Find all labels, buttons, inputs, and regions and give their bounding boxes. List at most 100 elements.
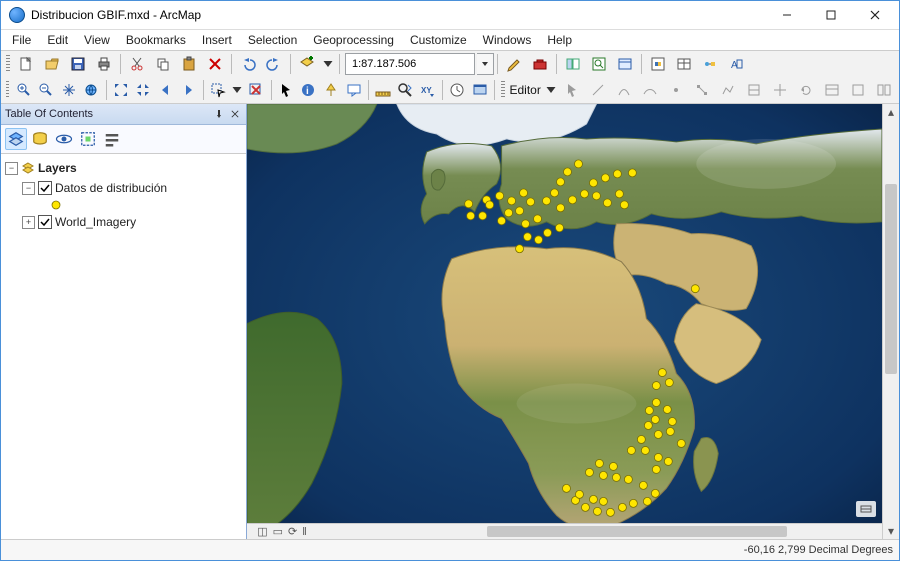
- toc-layer-imagery[interactable]: + World_Imagery: [5, 212, 242, 232]
- editor-toolbar-icon[interactable]: [502, 52, 526, 76]
- time-slider-icon[interactable]: [447, 78, 468, 102]
- cut-icon[interactable]: [125, 52, 149, 76]
- zoom-out-icon[interactable]: [36, 78, 57, 102]
- toc-title: Table Of Contents: [5, 108, 93, 120]
- scroll-thumb[interactable]: [487, 526, 787, 537]
- measure-icon[interactable]: [373, 78, 394, 102]
- identify-icon[interactable]: i: [298, 78, 319, 102]
- toolbar-grip[interactable]: [501, 81, 504, 99]
- delete-icon[interactable]: [203, 52, 227, 76]
- copy-icon[interactable]: [151, 52, 175, 76]
- edit-split-icon: [768, 78, 792, 102]
- fixed-zoom-in-icon[interactable]: [110, 78, 131, 102]
- menu-selection[interactable]: Selection: [241, 31, 304, 49]
- html-popup-icon[interactable]: [343, 78, 364, 102]
- python-icon[interactable]: [646, 52, 670, 76]
- vertical-scrollbar[interactable]: ▴ ▾: [882, 104, 899, 539]
- scroll-down-icon[interactable]: ▾: [883, 523, 899, 539]
- list-by-drawing-order-icon[interactable]: [5, 128, 27, 150]
- editor-dropdown-icon[interactable]: [544, 78, 558, 102]
- fixed-zoom-out-icon[interactable]: [133, 78, 154, 102]
- pointer-icon[interactable]: [276, 78, 297, 102]
- menu-view[interactable]: View: [77, 31, 117, 49]
- map-canvas[interactable]: [247, 104, 882, 533]
- menu-file[interactable]: File: [5, 31, 38, 49]
- catalog-icon[interactable]: [561, 52, 585, 76]
- layout-view-icon[interactable]: ▭: [273, 525, 283, 538]
- new-icon[interactable]: [14, 52, 38, 76]
- label-manager-icon[interactable]: A: [724, 52, 748, 76]
- map-viewport[interactable]: ◫ ▭ ⟳ ‖: [247, 104, 882, 539]
- scroll-up-icon[interactable]: ▴: [883, 104, 899, 120]
- expand-icon[interactable]: +: [22, 216, 35, 229]
- app-icon: [9, 7, 25, 23]
- list-by-visibility-icon[interactable]: [53, 128, 75, 150]
- toc-tree[interactable]: − Layers − Datos de distribución +: [1, 154, 246, 539]
- back-extent-icon[interactable]: [156, 78, 177, 102]
- full-extent-icon[interactable]: [81, 78, 102, 102]
- select-features-icon[interactable]: [208, 78, 229, 102]
- hyperlink-icon[interactable]: [321, 78, 342, 102]
- scroll-thumb[interactable]: [885, 184, 897, 374]
- close-button[interactable]: [853, 1, 897, 29]
- clear-selection-icon[interactable]: [246, 78, 267, 102]
- collapse-icon[interactable]: −: [22, 182, 35, 195]
- toc-options-icon[interactable]: [101, 128, 123, 150]
- scale-dropdown-icon[interactable]: [477, 53, 494, 75]
- add-data-icon[interactable]: [295, 52, 319, 76]
- maximize-button[interactable]: [809, 1, 853, 29]
- save-icon[interactable]: [66, 52, 90, 76]
- add-data-dropdown-icon[interactable]: [321, 52, 335, 76]
- list-by-selection-icon[interactable]: [77, 128, 99, 150]
- svg-text:XY: XY: [421, 86, 432, 95]
- undo-icon[interactable]: [236, 52, 260, 76]
- find-icon[interactable]: [395, 78, 416, 102]
- paste-icon[interactable]: [177, 52, 201, 76]
- forward-extent-icon[interactable]: [178, 78, 199, 102]
- minimize-button[interactable]: [765, 1, 809, 29]
- toolbar-grip[interactable]: [6, 55, 10, 73]
- redo-icon[interactable]: [262, 52, 286, 76]
- toc-layer-distribution[interactable]: − Datos de distribución: [5, 178, 242, 198]
- scale-input[interactable]: [345, 53, 475, 75]
- search-window-icon[interactable]: [587, 52, 611, 76]
- layers-group-icon: [21, 161, 35, 175]
- pause-drawing-icon[interactable]: ‖: [302, 526, 307, 538]
- open-icon[interactable]: [40, 52, 64, 76]
- toolbar-grip[interactable]: [6, 81, 9, 99]
- menu-bookmarks[interactable]: Bookmarks: [119, 31, 193, 49]
- pan-icon[interactable]: [59, 78, 80, 102]
- view-tabs[interactable]: ◫ ▭ ⟳ ‖: [247, 523, 317, 539]
- toc-close-icon[interactable]: [228, 107, 242, 121]
- horizontal-scrollbar[interactable]: [317, 523, 882, 539]
- editor-menu[interactable]: Editor: [508, 83, 543, 97]
- select-dropdown-icon[interactable]: [230, 78, 244, 102]
- attribution-icon[interactable]: [856, 501, 876, 517]
- menu-edit[interactable]: Edit: [40, 31, 75, 49]
- table-icon[interactable]: [672, 52, 696, 76]
- zoom-in-icon[interactable]: [13, 78, 34, 102]
- arccatalog-icon[interactable]: [613, 52, 637, 76]
- menu-geoprocessing[interactable]: Geoprocessing: [306, 31, 401, 49]
- viewer-window-icon[interactable]: [470, 78, 491, 102]
- layer-checkbox[interactable]: [38, 181, 52, 195]
- toc-root-label: Layers: [38, 159, 77, 177]
- refresh-icon[interactable]: ⟳: [288, 525, 297, 538]
- print-icon[interactable]: [92, 52, 116, 76]
- data-view-icon[interactable]: ◫: [257, 525, 267, 538]
- toc-layer-symbol[interactable]: [5, 198, 242, 212]
- menu-windows[interactable]: Windows: [476, 31, 539, 49]
- layer-checkbox[interactable]: [38, 215, 52, 229]
- menu-customize[interactable]: Customize: [403, 31, 474, 49]
- modelbuilder-icon[interactable]: [698, 52, 722, 76]
- menu-help[interactable]: Help: [540, 31, 579, 49]
- collapse-icon[interactable]: −: [5, 162, 18, 175]
- list-by-source-icon[interactable]: [29, 128, 51, 150]
- menu-insert[interactable]: Insert: [195, 31, 239, 49]
- toc-pin-icon[interactable]: [212, 107, 226, 121]
- toolbox-icon[interactable]: [528, 52, 552, 76]
- scale-field[interactable]: [350, 57, 470, 71]
- toc-root-layers[interactable]: − Layers: [5, 158, 242, 178]
- window-title: Distribucion GBIF.mxd - ArcMap: [31, 8, 765, 22]
- go-to-xy-icon[interactable]: XY: [418, 78, 439, 102]
